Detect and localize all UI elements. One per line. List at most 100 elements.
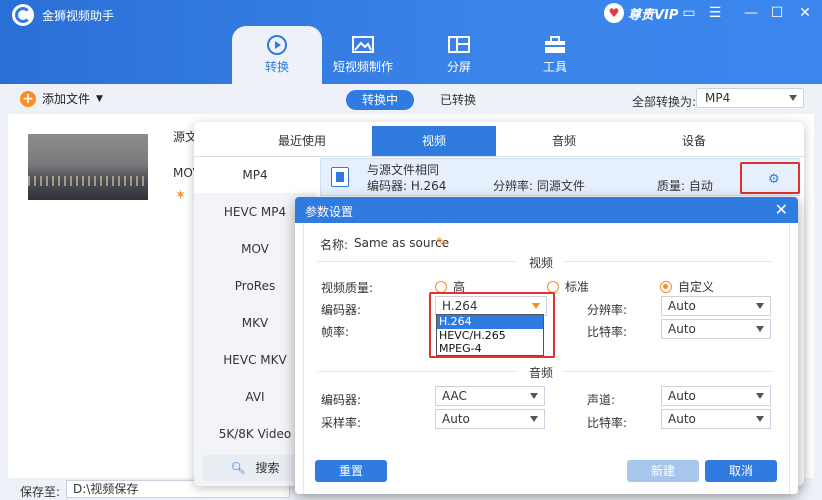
toolbar: + 添加文件 ▼ 转换中 已转换 全部转换为: MP4 bbox=[0, 84, 822, 114]
radio-icon bbox=[547, 280, 559, 293]
divider bbox=[317, 371, 517, 372]
preset-row[interactable]: 与源文件相同 编码器: H.264 分辨率: 同源文件 质量: 自动 bbox=[320, 158, 800, 196]
video-bitrate-value: Auto bbox=[668, 322, 696, 336]
chevron-down-icon bbox=[756, 416, 764, 422]
format-item-mp4[interactable]: MP4 bbox=[194, 157, 316, 193]
video-thumbnail[interactable] bbox=[28, 134, 148, 200]
chevron-down-icon bbox=[756, 393, 764, 399]
chevron-down-icon bbox=[530, 416, 538, 422]
plus-icon: + bbox=[20, 90, 36, 107]
tab-split-screen[interactable]: 分屏 bbox=[414, 32, 504, 84]
tab-split-screen-label: 分屏 bbox=[446, 60, 471, 74]
settings-dialog: 参数设置 ✕ 名称: Same as source ✎ 视频 视频质量: 高 标… bbox=[295, 197, 798, 494]
close-icon[interactable]: ✕ bbox=[775, 200, 788, 219]
gear-icon[interactable]: ⚙ bbox=[768, 172, 780, 187]
divider bbox=[563, 261, 773, 262]
video-quality-label: 视频质量: bbox=[321, 281, 374, 295]
reset-button[interactable]: 重置 bbox=[315, 460, 387, 482]
quality-custom-radio[interactable]: 自定义 bbox=[660, 278, 714, 295]
preset-quality: 质量: 自动 bbox=[657, 179, 713, 193]
video-file-icon bbox=[331, 167, 349, 187]
radio-icon bbox=[435, 280, 447, 293]
resolution-select[interactable]: Auto bbox=[661, 296, 771, 316]
split-screen-icon bbox=[414, 32, 504, 58]
maximize-icon[interactable]: ☐ bbox=[766, 2, 788, 24]
video-bitrate-label: 比特率: bbox=[587, 325, 628, 339]
video-section-title: 视频 bbox=[529, 256, 554, 270]
message-icon[interactable]: ▭ bbox=[678, 2, 700, 24]
app-title: 金狮视频助手 bbox=[42, 9, 115, 23]
channel-select[interactable]: Auto bbox=[661, 386, 771, 406]
title-bar: 金狮视频助手 ♥ 尊贵VIP ▭ ☰ — ☐ ✕ 转换 短视频制作 分屏 工具 bbox=[0, 0, 822, 84]
add-file-button[interactable]: + 添加文件 ▼ bbox=[20, 90, 103, 107]
format-search-button[interactable]: 🔍︎ 搜索 bbox=[202, 455, 308, 481]
video-encoder-label: 编码器: bbox=[321, 303, 362, 317]
tab-audio[interactable]: 音频 bbox=[502, 126, 626, 156]
new-button[interactable]: 新建 bbox=[627, 460, 699, 482]
tab-tools[interactable]: 工具 bbox=[510, 32, 600, 84]
menu-icon[interactable]: ☰ bbox=[704, 2, 726, 24]
channel-value: Auto bbox=[668, 389, 696, 403]
encoder-option-hevc[interactable]: HEVC/H.265 bbox=[437, 329, 543, 343]
channel-label: 声道: bbox=[587, 393, 616, 407]
encoder-option-mpeg4[interactable]: MPEG-4 bbox=[437, 342, 543, 356]
minimize-icon[interactable]: — bbox=[740, 2, 762, 24]
preset-name-value: Same as source bbox=[354, 236, 450, 250]
audio-section-title: 音频 bbox=[529, 366, 554, 380]
tab-short-video[interactable]: 短视频制作 bbox=[318, 32, 408, 84]
tab-short-video-label: 短视频制作 bbox=[332, 60, 393, 74]
sample-rate-select[interactable]: Auto bbox=[435, 409, 545, 429]
convert-all-value: MP4 bbox=[705, 91, 731, 105]
quality-standard-label: 标准 bbox=[565, 280, 590, 294]
vip-heart-icon: ♥ bbox=[604, 3, 624, 23]
quality-custom-label: 自定义 bbox=[678, 280, 715, 294]
tab-converted[interactable]: 已转换 bbox=[424, 90, 492, 110]
tab-recent[interactable]: 最近使用 bbox=[240, 126, 364, 156]
frame-rate-label: 帧率: bbox=[321, 325, 350, 339]
resolution-value: Auto bbox=[668, 299, 696, 313]
format-tabs: 最近使用 视频 音频 设备 bbox=[194, 126, 804, 156]
format-search-label: 搜索 bbox=[255, 461, 280, 475]
sample-rate-label: 采样率: bbox=[321, 416, 362, 430]
add-file-label: 添加文件 bbox=[42, 92, 91, 106]
audio-encoder-label: 编码器: bbox=[321, 393, 362, 407]
audio-encoder-select[interactable]: AAC bbox=[435, 386, 545, 406]
encoder-option-h264[interactable]: H.264 bbox=[437, 315, 543, 329]
chevron-down-icon bbox=[756, 303, 764, 309]
encoder-dropdown: H.264 HEVC/H.265 MPEG-4 bbox=[436, 314, 544, 356]
close-icon[interactable]: ✕ bbox=[794, 2, 816, 24]
vip-badge[interactable]: ♥ 尊贵VIP bbox=[604, 3, 678, 23]
magic-wand-icon[interactable]: ✶ bbox=[175, 188, 186, 203]
radio-selected-icon bbox=[660, 280, 672, 293]
audio-bitrate-select[interactable]: Auto bbox=[661, 409, 771, 429]
tab-convert-label: 转换 bbox=[264, 60, 289, 74]
toolbox-icon bbox=[510, 32, 600, 58]
audio-encoder-value: AAC bbox=[442, 389, 467, 403]
preset-name: 与源文件相同 bbox=[367, 163, 440, 177]
chevron-down-icon bbox=[789, 95, 797, 101]
status-tabs: 转换中 已转换 bbox=[346, 90, 492, 110]
tab-device[interactable]: 设备 bbox=[632, 126, 756, 156]
chevron-down-icon: ▼ bbox=[96, 93, 103, 104]
vip-label: 尊贵VIP bbox=[628, 7, 679, 23]
preset-resolution: 分辨率: 同源文件 bbox=[493, 179, 585, 193]
preset-encoder: 编码器: H.264 bbox=[367, 179, 447, 193]
tab-converting[interactable]: 转换中 bbox=[346, 90, 415, 110]
chevron-down-icon bbox=[756, 326, 764, 332]
chevron-down-icon bbox=[530, 393, 538, 399]
name-label: 名称: bbox=[320, 238, 349, 252]
divider bbox=[563, 371, 773, 372]
pencil-icon[interactable]: ✎ bbox=[436, 235, 446, 249]
convert-all-select[interactable]: MP4 bbox=[696, 88, 804, 108]
dialog-title: 参数设置 bbox=[305, 205, 354, 219]
video-bitrate-select[interactable]: Auto bbox=[661, 319, 771, 339]
sample-rate-value: Auto bbox=[442, 412, 470, 426]
audio-bitrate-value: Auto bbox=[668, 412, 696, 426]
convert-all-label: 全部转换为: bbox=[632, 95, 697, 109]
tab-video[interactable]: 视频 bbox=[372, 126, 496, 156]
cancel-button[interactable]: 取消 bbox=[705, 460, 777, 482]
tab-tools-label: 工具 bbox=[542, 60, 567, 74]
tab-convert[interactable]: 转换 bbox=[232, 26, 322, 84]
app-logo-icon bbox=[12, 4, 34, 26]
convert-icon bbox=[232, 32, 322, 58]
